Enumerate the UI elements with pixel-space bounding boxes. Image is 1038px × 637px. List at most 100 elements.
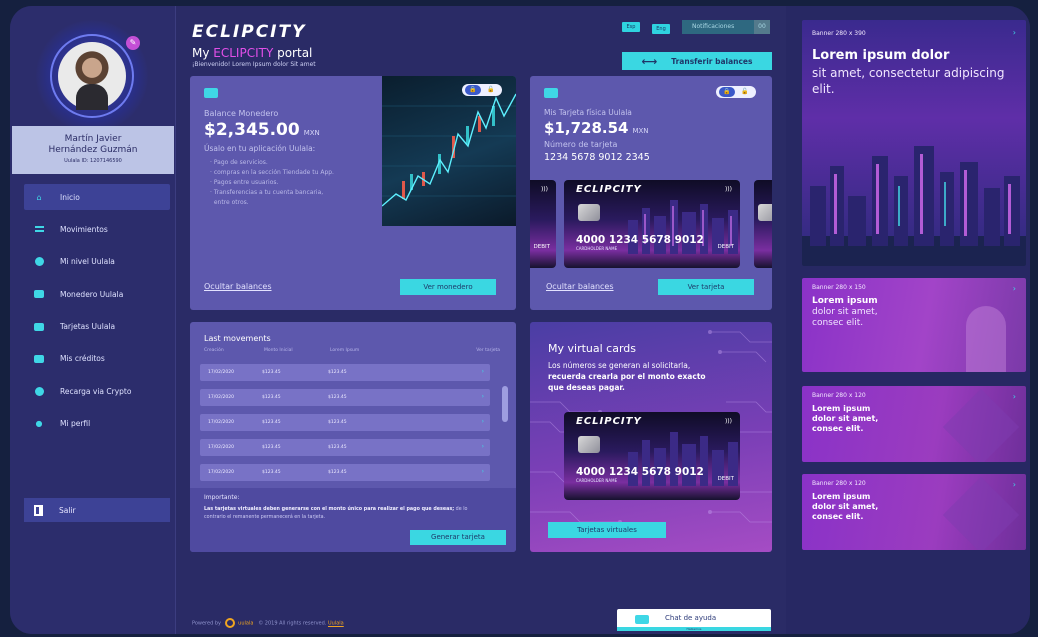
footer-link[interactable]: Uulala xyxy=(328,621,344,627)
sidebar-item-label: Monedero Uulala xyxy=(60,289,124,299)
lock-icon: 🔒 xyxy=(719,87,735,97)
list-item: · compras en la sección Tiendade tu App. xyxy=(210,169,334,176)
home-icon: ⌂ xyxy=(36,192,42,202)
footer: Powered by uulala © 2019 All rights rese… xyxy=(192,618,344,628)
card-chip xyxy=(758,204,772,221)
unlock-icon: 🔓 xyxy=(487,86,495,93)
card-icon xyxy=(34,322,44,331)
credit-card-prev[interactable]: ))) DEBIT xyxy=(530,180,556,268)
notifications-button[interactable]: Notificaciones 00 xyxy=(682,20,770,34)
banner-medium[interactable]: Banner 280 x 150 › Lorem ipsum dolor sit… xyxy=(802,278,1026,372)
chevron-right-icon[interactable]: › xyxy=(1013,284,1016,293)
page-title: My ECLIPCITY portal xyxy=(192,46,312,60)
city-night-graphic xyxy=(802,146,1026,266)
chevron-right-icon[interactable]: › xyxy=(482,468,484,475)
wallet-visibility-toggle[interactable]: 🔒 🔓 xyxy=(462,84,502,96)
card-network: DEBIT xyxy=(717,476,734,482)
view-card-button[interactable]: Ver tarjeta xyxy=(658,279,754,295)
card-chip xyxy=(578,436,600,453)
chevron-right-icon[interactable]: › xyxy=(482,418,484,425)
title-suffix: portal xyxy=(273,46,313,60)
chevron-right-icon[interactable]: › xyxy=(482,368,484,375)
footer-powered: Powered by xyxy=(192,620,221,627)
chevron-right-icon[interactable]: › xyxy=(482,443,484,450)
virtual-cards-button[interactable]: Tarjetas virtuales xyxy=(548,522,666,538)
swap-arrows-icon: ⟷ xyxy=(641,54,658,68)
virtual-title: My virtual cards xyxy=(548,342,636,355)
chevron-right-icon[interactable]: › xyxy=(1013,28,1016,37)
hide-card-balances-link[interactable]: Ocultar balances xyxy=(546,282,614,291)
movements-scrollbar[interactable] xyxy=(502,386,508,422)
sidebar-item-movimientos[interactable]: Movimientos xyxy=(24,216,170,242)
uulala-logo-icon xyxy=(224,618,235,628)
sidebar-item-crypto[interactable]: Recarga via Crypto xyxy=(24,378,170,404)
banner-tag: Banner 280 x 120 xyxy=(812,392,866,399)
sidebar-item-creditos[interactable]: Mis créditos xyxy=(24,346,170,372)
edit-avatar-icon[interactable]: ✎ xyxy=(126,36,140,50)
table-row[interactable]: 17/02/2020 $123.45 $123.45 › xyxy=(200,389,490,406)
banner-column: Banner 280 x 390 › Lorem ipsum dolor sit… xyxy=(786,6,1030,634)
table-row[interactable]: 17/02/2020 $123.45 $123.45 › xyxy=(200,364,490,381)
card-number-label: Número de tarjeta xyxy=(544,140,618,149)
card-icon xyxy=(544,88,558,98)
view-wallet-button[interactable]: Ver monedero xyxy=(400,279,496,295)
title-accent: ECLIPCITY xyxy=(213,46,274,60)
wallet-currency: MXN xyxy=(303,129,320,137)
sidebar-item-label: Recarga via Crypto xyxy=(60,386,132,396)
virtual-text-line: recuerda crearla por el monto exacto xyxy=(548,372,706,381)
list-item: · Pagos entre usuarios. xyxy=(210,179,279,186)
unlock-icon: 🔓 xyxy=(741,88,749,95)
nfc-icon: ))) xyxy=(724,418,732,425)
nfc-icon: ))) xyxy=(724,186,732,193)
chevron-right-icon[interactable]: › xyxy=(482,393,484,400)
user-name-line1: Martín Javier xyxy=(64,134,122,144)
user-id: Uulala ID: 1207146590 xyxy=(64,158,122,164)
sidebar-item-tarjetas[interactable]: Tarjetas Uulala xyxy=(24,314,170,340)
sidebar-item-inicio[interactable]: ⌂ Inicio xyxy=(24,184,170,210)
physical-card-panel: 🔒 🔓 Mis Tarjeta física Uulala $1,728.54 M… xyxy=(530,76,772,310)
banner-small-2[interactable]: Banner 280 x 120 › Lorem ipsum dolor sit… xyxy=(802,474,1026,550)
table-row[interactable]: 17/02/2020 $123.45 $123.45 › xyxy=(200,414,490,431)
generate-card-button[interactable]: Generar tarjeta xyxy=(410,530,506,545)
transfer-balances-button[interactable]: ⟷ Transferir balances xyxy=(622,52,772,70)
lang-en-button[interactable]: Eng xyxy=(652,24,670,34)
hide-balances-link[interactable]: Ocultar balances xyxy=(204,282,272,291)
sidebar: ✎ Martín Javier Hernández Guzmán Uulala … xyxy=(10,6,176,634)
card-art-number: 4000 1234 5678 9012 xyxy=(576,234,704,246)
virtual-card[interactable]: ECLIPCITY ))) 4000 1234 5678 9012 CARDHO… xyxy=(564,412,740,500)
table-row[interactable]: 17/02/2020 $123.45 $123.45 › xyxy=(200,439,490,456)
important-text: Las tarjetas virtuales deben generarse c… xyxy=(204,506,484,522)
column-header: Creación xyxy=(204,348,224,353)
help-chat-button[interactable]: Chat de ayuda Hablemos xyxy=(617,609,771,631)
footer-brand: uulala xyxy=(238,620,254,627)
sidebar-item-label: Mis créditos xyxy=(60,354,105,364)
page-subtitle: ¡Bienvenido! Lorem Ipsum dolor Sit amet xyxy=(192,61,316,68)
credit-card-current[interactable]: ECLIPCITY ))) 4000 1234 5678 9012 CARDHO… xyxy=(564,180,740,268)
app-frame: ✎ Martín Javier Hernández Guzmán Uulala … xyxy=(10,6,1030,634)
card-visibility-toggle[interactable]: 🔒 🔓 xyxy=(716,86,756,98)
card-brand-logo: ECLIPCITY xyxy=(576,184,642,195)
sidebar-item-mi-nivel[interactable]: Mi nivel Uulala xyxy=(24,249,170,275)
brand-logo[interactable]: ECLIPCITY xyxy=(192,22,306,42)
avatar[interactable] xyxy=(58,42,126,110)
virtual-text-line: que deseas pagar. xyxy=(548,383,625,392)
list-item: entre otros. xyxy=(213,199,249,206)
banner-headline: Lorem ipsum dolor xyxy=(812,48,950,63)
credit-card-next[interactable] xyxy=(754,180,772,268)
column-header: Ver tarjeta xyxy=(476,348,500,353)
wallet-amount: $2,345.00 MXN xyxy=(204,120,320,140)
logout-button[interactable]: Salir xyxy=(24,498,170,522)
bitcoin-icon xyxy=(34,386,44,396)
banner-small-1[interactable]: Banner 280 x 120 › Lorem ipsum dolor sit… xyxy=(802,386,1026,462)
lang-es-button[interactable]: Esp xyxy=(622,22,640,32)
sidebar-item-perfil[interactable]: ● Mi perfil xyxy=(24,411,170,437)
sidebar-item-label: Mi nivel Uulala xyxy=(60,257,115,267)
house-graphic xyxy=(942,388,1020,462)
chevron-right-icon[interactable]: › xyxy=(1013,392,1016,401)
table-row[interactable]: 17/02/2020 $123.45 $123.45 › xyxy=(200,464,490,481)
sidebar-item-monedero[interactable]: Monedero Uulala xyxy=(24,281,170,307)
banner-large[interactable]: Banner 280 x 390 › Lorem ipsum dolor sit… xyxy=(802,20,1026,266)
chevron-right-icon[interactable]: › xyxy=(1013,480,1016,489)
chat-label: Chat de ayuda xyxy=(665,614,717,622)
card-brand-logo: ECLIPCITY xyxy=(576,416,642,427)
